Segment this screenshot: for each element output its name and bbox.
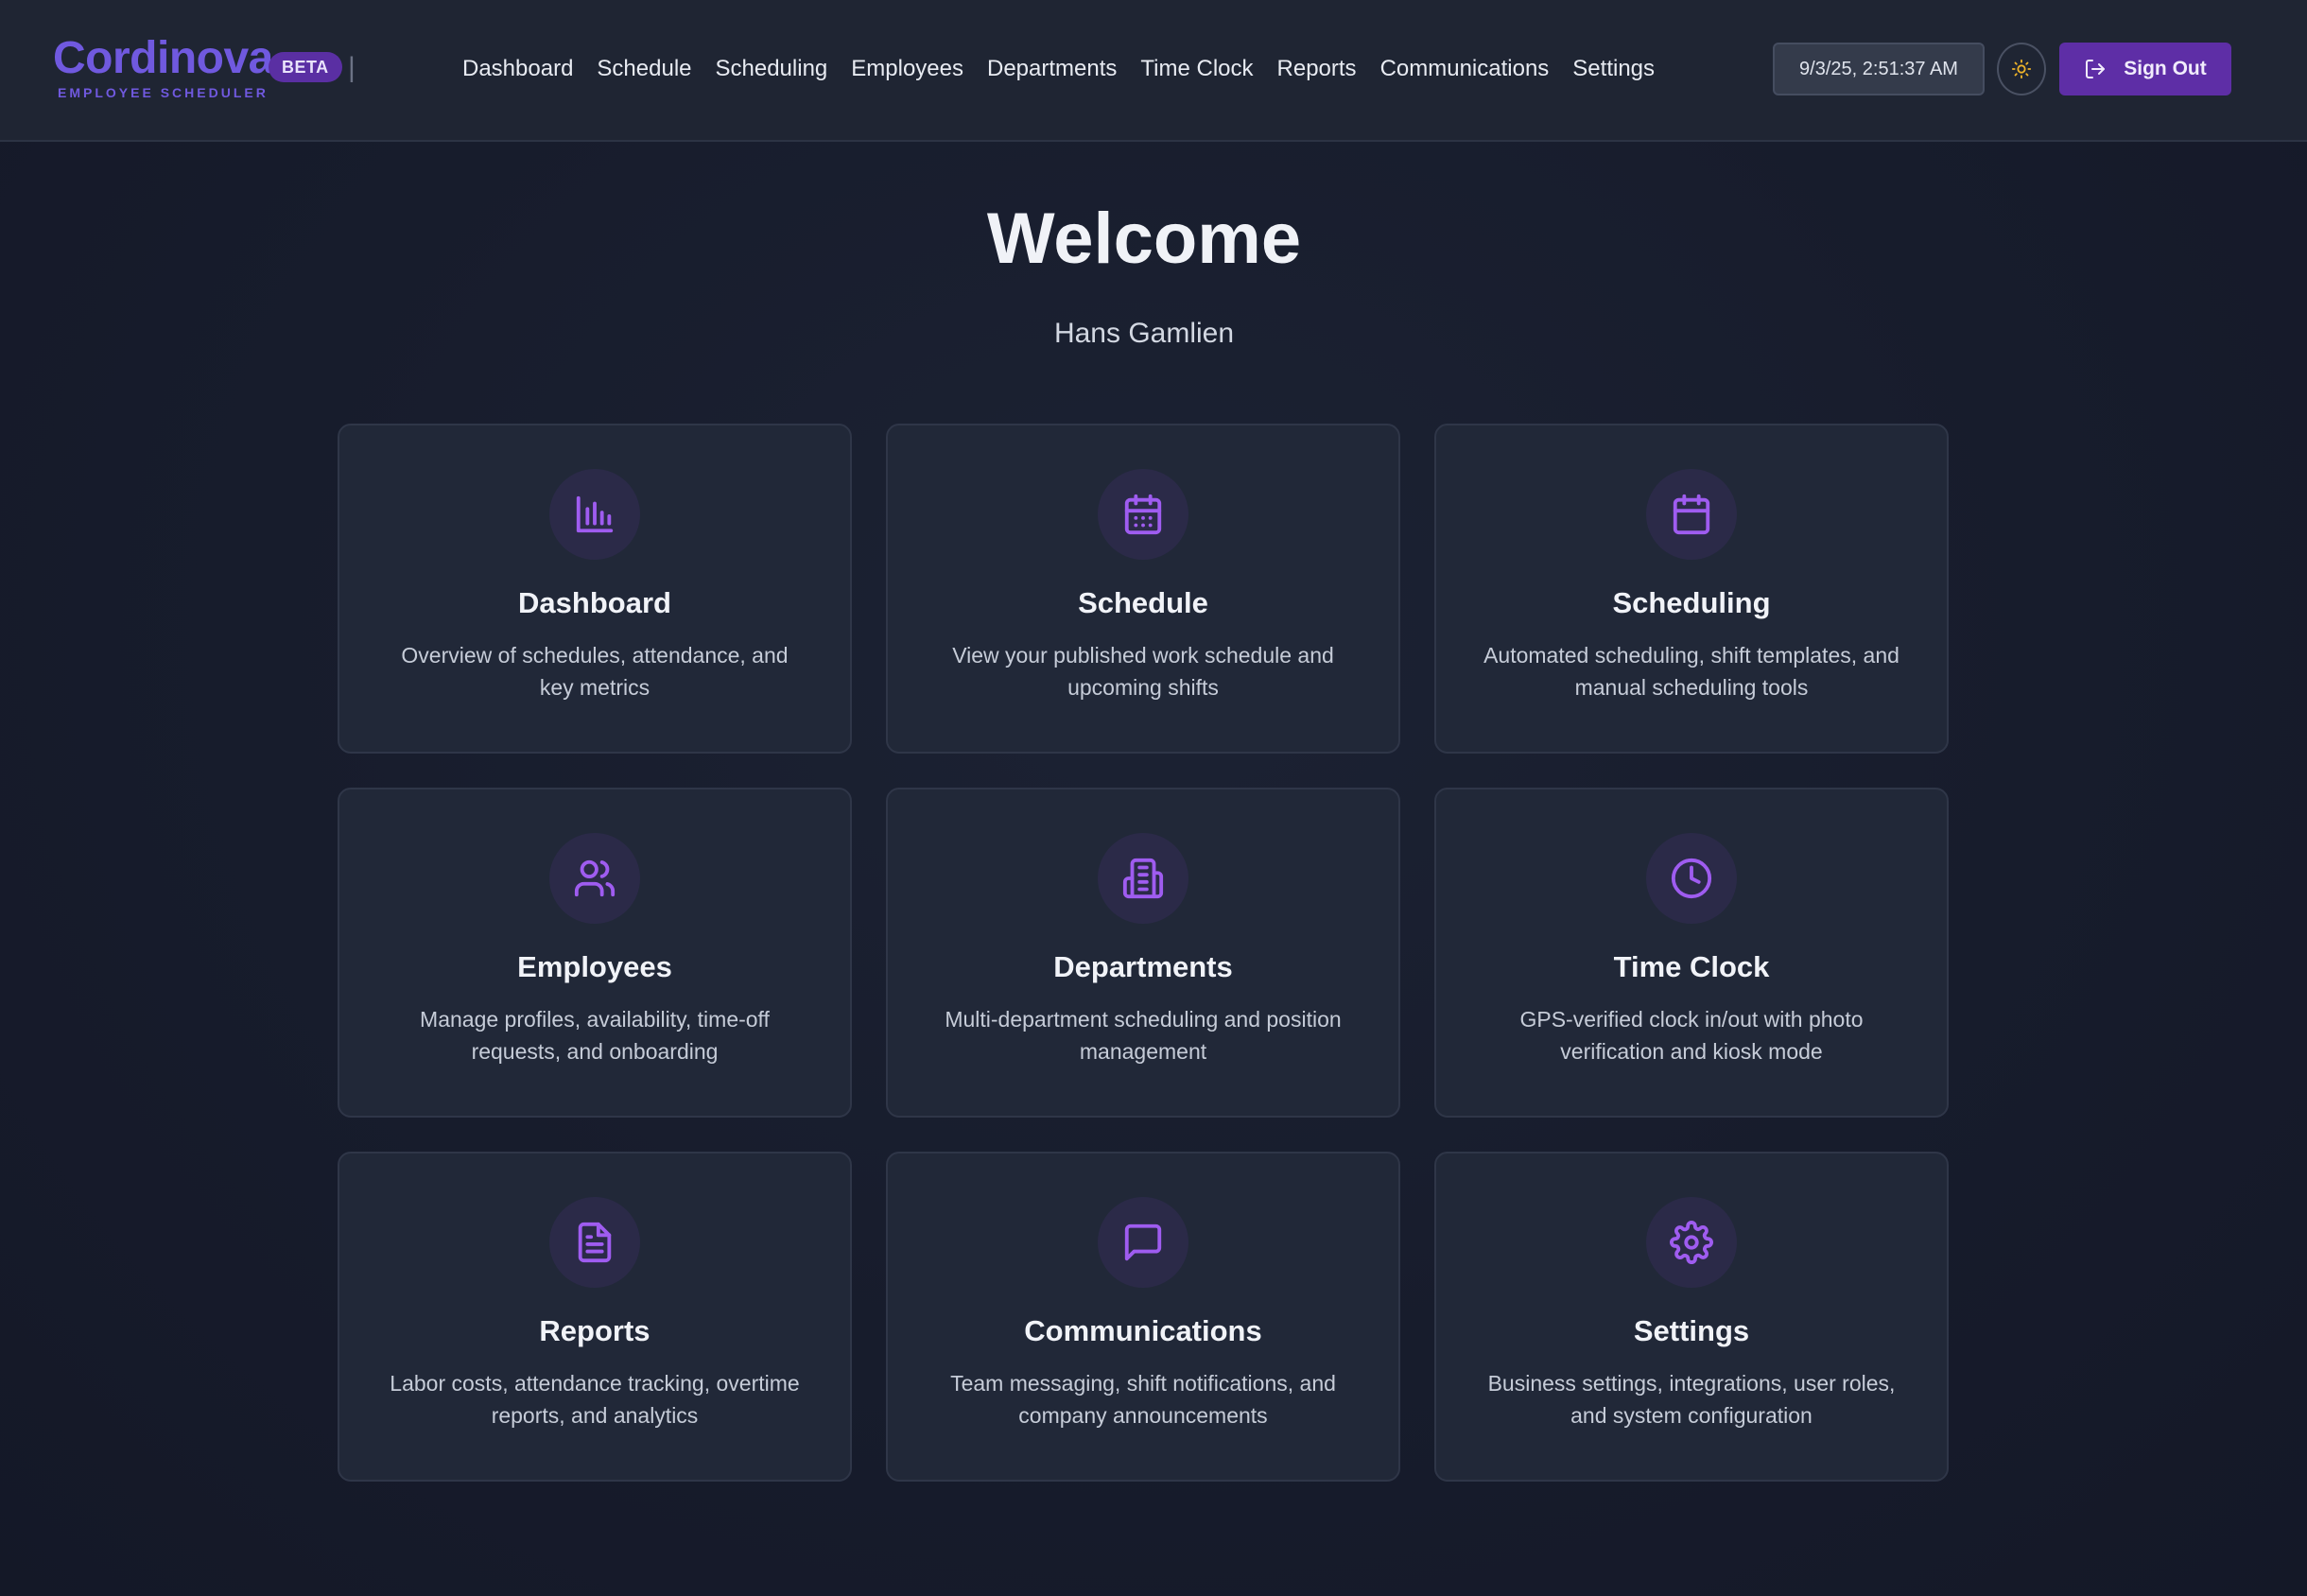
message-square-icon (1124, 1223, 1162, 1261)
nav-item-communications[interactable]: Communications (1368, 47, 1561, 91)
card-icon-container (1646, 469, 1737, 560)
card-icon-container (1098, 1197, 1188, 1288)
card-dashboard[interactable]: Dashboard Overview of schedules, attenda… (338, 424, 852, 754)
card-description: View your published work schedule and up… (952, 643, 1334, 700)
sign-out-label: Sign Out (2124, 58, 2207, 79)
card-employees[interactable]: Employees Manage profiles, availability,… (338, 788, 852, 1118)
card-time-clock[interactable]: Time Clock GPS-verified clock in/out wit… (1434, 788, 1949, 1118)
card-description: Business settings, integrations, user ro… (1487, 1371, 1896, 1428)
card-description: Labor costs, attendance tracking, overti… (390, 1371, 800, 1428)
sign-out-button[interactable]: Sign Out (2059, 43, 2231, 95)
nav-item-reports[interactable]: Reports (1265, 47, 1368, 91)
user-name: Hans Gamlien (1053, 318, 1235, 349)
card-reports[interactable]: Reports Labor costs, attendance tracking… (338, 1152, 852, 1482)
card-description: GPS-verified clock in/out with photo ver… (1519, 1007, 1864, 1064)
bar-chart-icon (576, 495, 614, 533)
nav-item-dashboard[interactable]: Dashboard (462, 47, 585, 91)
card-title: Schedule (1078, 586, 1208, 619)
card-schedule[interactable]: Schedule View your published work schedu… (886, 424, 1400, 754)
card-icon-container (1646, 833, 1737, 924)
card-icon-container (549, 1197, 640, 1288)
building-icon (1122, 858, 1164, 899)
card-title: Settings (1633, 1314, 1750, 1347)
nav-item-departments[interactable]: Departments (976, 47, 1129, 91)
gear-icon (1670, 1221, 1713, 1264)
brand-subtitle: EMPLOYEE SCHEDULER (58, 85, 269, 100)
nav-item-employees[interactable]: Employees (840, 47, 976, 91)
card-communications[interactable]: Communications Team messaging, shift not… (886, 1152, 1400, 1482)
card-title: Time Clock (1613, 950, 1770, 983)
calendar-days-icon (1124, 494, 1162, 535)
file-text-icon (578, 1222, 612, 1263)
nav-item-settings[interactable]: Settings (1561, 47, 1667, 91)
welcome-heading: Welcome (986, 199, 1302, 279)
card-icon-container (549, 833, 640, 924)
card-title: Scheduling (1612, 586, 1771, 619)
card-settings[interactable]: Settings Business settings, integrations… (1434, 1152, 1949, 1482)
calendar-icon (1673, 494, 1710, 535)
card-description: Manage profiles, availability, time-off … (420, 1007, 770, 1064)
card-icon-container (1646, 1197, 1737, 1288)
card-departments[interactable]: Departments Multi-department scheduling … (886, 788, 1400, 1118)
nav-item-scheduling[interactable]: Scheduling (703, 47, 840, 91)
card-title: Reports (539, 1314, 650, 1347)
card-description: Multi-department scheduling and position… (945, 1007, 1342, 1064)
card-icon-container (1098, 833, 1188, 924)
sun-icon (2011, 59, 2032, 79)
card-description: Overview of schedules, attendance, and k… (401, 643, 789, 700)
current-datetime: 9/3/25, 2:51:37 AM (1773, 43, 1985, 95)
card-description: Automated scheduling, shift templates, a… (1483, 643, 1899, 700)
card-title: Employees (517, 950, 672, 983)
users-icon (574, 859, 616, 897)
sign-out-icon (2086, 60, 2106, 78)
card-description: Team messaging, shift notifications, and… (950, 1371, 1336, 1428)
feature-card-grid: Dashboard Overview of schedules, attenda… (338, 424, 1949, 1482)
beta-badge: BETA (269, 52, 342, 82)
theme-toggle-button[interactable] (1997, 43, 2046, 95)
card-icon-container (549, 469, 640, 560)
main-nav: Dashboard Schedule Scheduling Employees … (462, 47, 1667, 91)
card-icon-container (1098, 469, 1188, 560)
brand-logo[interactable]: Cordinova EMPLOYEE SCHEDULER (53, 33, 273, 101)
card-title: Communications (1024, 1314, 1262, 1347)
nav-item-time-clock[interactable]: Time Clock (1129, 47, 1265, 91)
brand-name: Cordinova (53, 33, 273, 83)
card-scheduling[interactable]: Scheduling Automated scheduling, shift t… (1434, 424, 1949, 754)
top-header: Cordinova EMPLOYEE SCHEDULER BETA | Dash… (0, 0, 2307, 142)
card-title: Dashboard (518, 586, 671, 619)
clock-icon (1671, 858, 1712, 899)
nav-item-schedule[interactable]: Schedule (585, 47, 703, 91)
card-title: Departments (1053, 950, 1233, 983)
brand-separator: | (348, 52, 356, 83)
